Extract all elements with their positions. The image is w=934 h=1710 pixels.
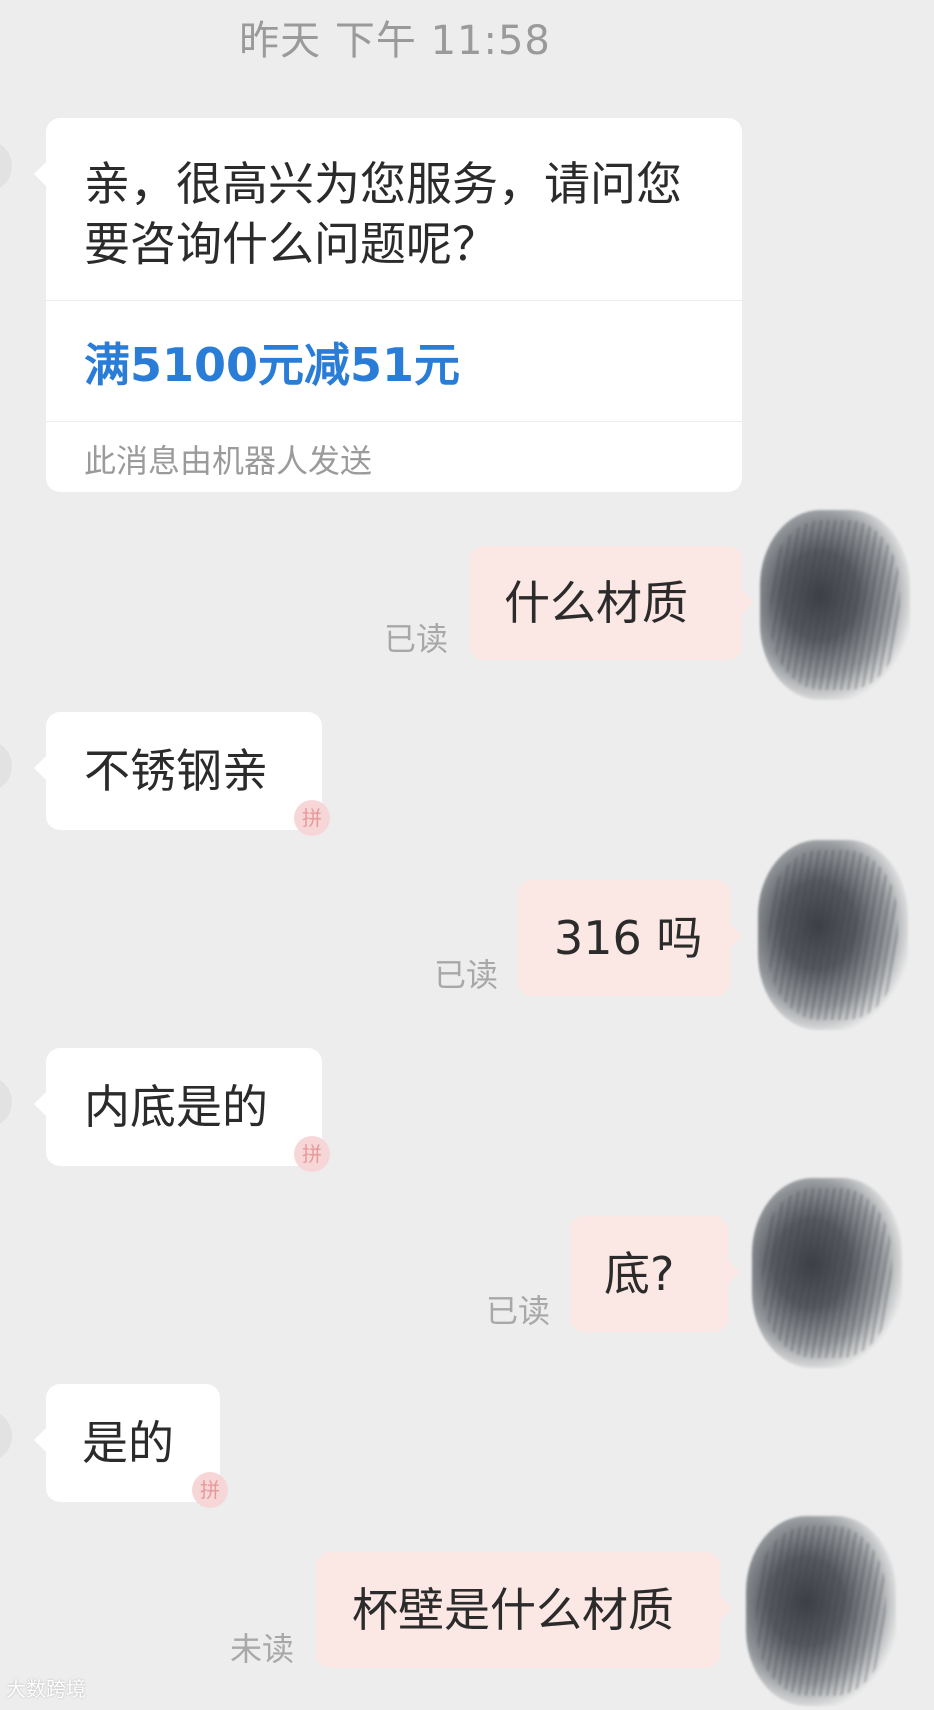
shop-avatar[interactable]: [0, 140, 12, 192]
read-status: 已读: [434, 956, 499, 994]
message-bubble-outgoing[interactable]: 什么材质: [470, 546, 754, 660]
message-bubble-incoming[interactable]: 内底是的 拼: [34, 1048, 330, 1172]
user-avatar[interactable]: [752, 1178, 902, 1368]
read-status: 已读: [384, 620, 449, 658]
message-bubble-outgoing[interactable]: 杯壁是什么材质: [316, 1552, 732, 1668]
user-avatar[interactable]: [760, 510, 910, 700]
robot-note: 此消息由机器人发送: [84, 442, 373, 480]
message-text: 什么材质: [504, 576, 688, 630]
shop-avatar[interactable]: [0, 1076, 12, 1128]
message-text: 316 吗: [554, 911, 703, 965]
message-text: 不锈钢亲: [84, 744, 268, 798]
unread-status: 未读: [230, 1630, 295, 1668]
message-bubble-outgoing[interactable]: 316 吗: [518, 880, 742, 996]
message-text: 底?: [604, 1247, 675, 1301]
shop-avatar[interactable]: [0, 1410, 12, 1462]
pin-badge-icon: 拼: [294, 800, 330, 836]
watermark-logo: 大数跨境: [6, 1677, 86, 1701]
shop-avatar[interactable]: [0, 740, 12, 792]
message-text: 是的: [82, 1416, 174, 1470]
message-bubble-incoming[interactable]: 是的 拼: [34, 1384, 228, 1508]
message-text: 杯壁是什么材质: [352, 1583, 674, 1637]
message-timestamp: 昨天 下午 11:58: [239, 18, 551, 64]
pin-badge-icon: 拼: [192, 1472, 228, 1508]
message-bubble-incoming[interactable]: 不锈钢亲 拼: [34, 712, 330, 836]
pin-badge-icon: 拼: [294, 1136, 330, 1172]
user-avatar[interactable]: [746, 1516, 896, 1706]
welcome-card: 亲，很高兴为您服务，请问您要咨询什么问题呢？ 满5100元减51元 此消息由机器…: [34, 118, 742, 492]
read-status: 已读: [486, 1292, 551, 1330]
user-avatar[interactable]: [758, 840, 908, 1030]
message-bubble-outgoing[interactable]: 底?: [570, 1216, 740, 1332]
welcome-greeting: 亲，很高兴为您服务，请问您要咨询什么问题呢？: [84, 157, 682, 271]
promo-link[interactable]: 满5100元减51元: [84, 329, 704, 395]
message-text: 内底是的: [84, 1080, 268, 1134]
